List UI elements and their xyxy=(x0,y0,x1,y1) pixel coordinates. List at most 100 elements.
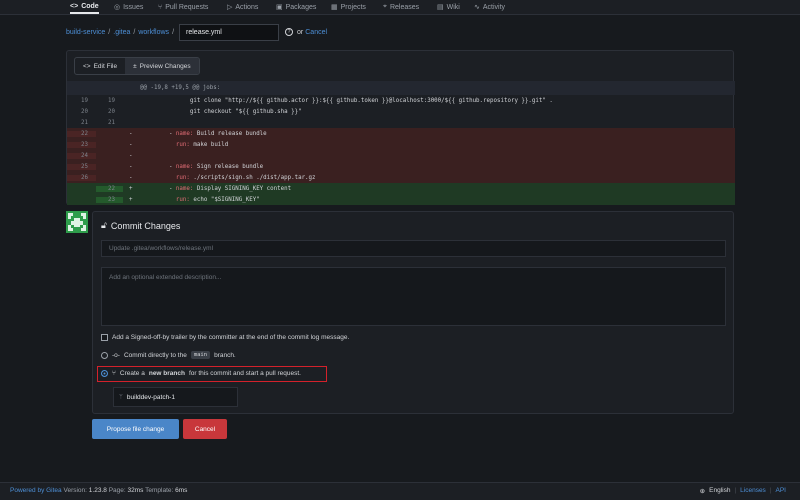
old-line-number: 19 xyxy=(81,97,88,104)
diff-line: 24 - xyxy=(67,150,735,161)
tab-edit-file[interactable]: <> Edit File xyxy=(75,58,125,74)
diff-line: 25 - - name: Sign release bundle xyxy=(67,161,735,172)
diff-line-text: run: ./scripts/sign.sh ./dist/app.tar.gz xyxy=(175,174,316,181)
breadcrumb-repo[interactable]: build-service xyxy=(66,29,105,36)
diff-sign: - xyxy=(129,152,133,159)
avatar xyxy=(66,211,88,233)
breadcrumb-separator: / xyxy=(133,28,136,36)
commit-icon: -o- xyxy=(112,351,120,359)
tab-activity[interactable]: ∿ Activity xyxy=(474,0,505,14)
new-line-number: 19 xyxy=(108,97,115,104)
highlight-box xyxy=(97,366,327,382)
pull-request-icon: ⑂ xyxy=(158,3,163,11)
new-line-number: 20 xyxy=(108,108,115,115)
tab-issues[interactable]: ◎ Issues xyxy=(114,0,143,14)
diff-line-text: git checkout "${{ github.sha }}" xyxy=(148,108,302,115)
commit-form: 🔓︎ Commit Changes Update .gitea/workflow… xyxy=(92,211,734,414)
diff-preview-panel: <> Edit File ± Preview Changes @@ -19,8 +1… xyxy=(66,50,735,205)
diff-line-text: - name: Sign release bundle xyxy=(148,163,264,170)
diff-line: 23 - run: make build xyxy=(67,139,735,150)
diff-icon: ± xyxy=(133,62,137,70)
diff-sign: - xyxy=(129,130,133,137)
tab-projects[interactable]: ▦ Projects xyxy=(331,0,366,14)
new-line-number: 22 xyxy=(96,185,123,192)
commit-description-textarea[interactable]: Add an optional extended description... xyxy=(101,267,726,326)
tab-code[interactable]: <> Code xyxy=(70,0,99,14)
new-line-number: 21 xyxy=(108,119,115,126)
code-icon: <> xyxy=(83,62,91,70)
tab-wiki[interactable]: ▤ Wiki xyxy=(437,0,460,14)
footer-info: Powered by Gitea Version: 1.23.8 Page: 3… xyxy=(10,487,188,494)
diff-line: 22 + - name: Display SIGNING_KEY content xyxy=(67,183,735,194)
commit-direct-option[interactable]: -o- Commit directly to the main branch. xyxy=(101,351,236,359)
propose-file-change-button[interactable]: Propose file change xyxy=(92,419,179,439)
filename-input[interactable]: release.yml xyxy=(179,23,280,41)
diff-sign: - xyxy=(129,174,133,181)
book-icon: ▤ xyxy=(437,4,444,11)
breadcrumb-dir-workflows[interactable]: workflows xyxy=(138,29,169,36)
old-line-number: 26 xyxy=(67,174,96,181)
old-line-number: 20 xyxy=(81,108,88,115)
package-icon: ▣ xyxy=(276,4,283,11)
tab-packages[interactable]: ▣ Packages xyxy=(276,0,316,14)
old-line-number: 25 xyxy=(67,163,96,170)
issue-icon: ◎ xyxy=(114,4,121,11)
diff-sign: - xyxy=(129,141,133,148)
tag-icon: ⌖ xyxy=(383,3,387,10)
branch-icon: ᛘ xyxy=(119,393,123,401)
globe-icon: ⊕ xyxy=(699,488,706,495)
api-link[interactable]: API xyxy=(776,487,786,495)
diff-line: 22 - - name: Build release bundle xyxy=(67,128,735,139)
diff-line-text: run: echo "$SIGNING_KEY" xyxy=(175,196,260,203)
diff-line: 20 20 git checkout "${{ github.sha }}" xyxy=(67,106,735,117)
tab-preview-changes[interactable]: ± Preview Changes xyxy=(125,58,199,74)
diff-line-text: git clone "http://${{ github.actor }}:${… xyxy=(148,97,553,104)
cancel-link[interactable]: Cancel xyxy=(305,29,327,36)
branch-name-chip: main xyxy=(190,351,211,359)
footer-links: ⊕ English | Licenses | API xyxy=(699,487,786,495)
diff-line: 23 + run: echo "$SIGNING_KEY" xyxy=(67,194,735,205)
or-text: or xyxy=(297,28,304,36)
diff-line-text: run: make build xyxy=(175,141,229,148)
powered-by-link[interactable]: Powered by Gitea xyxy=(10,487,62,494)
unlock-icon: 🔓︎ xyxy=(101,220,107,230)
breadcrumb: build-service / .gitea / workflows / rel… xyxy=(66,23,327,41)
old-line-number: 21 xyxy=(81,119,88,126)
pulse-icon: ∿ xyxy=(474,4,480,11)
code-icon: <> xyxy=(70,2,79,10)
help-icon[interactable]: ? xyxy=(285,28,294,36)
project-icon: ▦ xyxy=(331,4,338,11)
diff-sign: + xyxy=(129,196,133,203)
footer: Powered by Gitea Version: 1.23.8 Page: 3… xyxy=(0,482,800,500)
language-selector[interactable]: English xyxy=(709,487,730,495)
signoff-option[interactable]: Add a Signed-off-by trailer by the commi… xyxy=(101,334,349,341)
cancel-button[interactable]: Cancel xyxy=(183,419,227,439)
diff-line: 26 - run: ./scripts/sign.sh ./dist/app.ta… xyxy=(67,172,735,183)
diff-hunk-header: @@ -19,8 +19,5 @@ jobs: xyxy=(67,81,735,95)
signoff-checkbox[interactable] xyxy=(101,334,108,341)
new-line-number: 23 xyxy=(96,196,123,203)
diff-code: @@ -19,8 +19,5 @@ jobs: 19 19 git clone "… xyxy=(67,81,735,205)
old-line-number: 23 xyxy=(67,141,96,148)
diff-line: 21 21 xyxy=(67,117,735,128)
old-line-number: 24 xyxy=(67,152,96,159)
commit-summary-input[interactable]: Update .gitea/workflows/release.yml xyxy=(101,240,726,257)
commit-direct-radio[interactable] xyxy=(101,351,108,359)
tab-pull-requests[interactable]: ⑂ Pull Requests xyxy=(158,0,208,14)
diff-line-text: - name: Display SIGNING_KEY content xyxy=(148,185,292,192)
tab-releases[interactable]: ⌖ Releases xyxy=(383,0,419,14)
play-icon: ▷ xyxy=(227,4,233,11)
diff-line-text: - name: Build release bundle xyxy=(148,130,267,137)
licenses-link[interactable]: Licenses xyxy=(740,487,766,495)
breadcrumb-dir-gitea[interactable]: .gitea xyxy=(113,29,130,36)
commit-title: 🔓︎ Commit Changes xyxy=(101,220,181,231)
diff-sign: + xyxy=(129,185,133,192)
diff-sign: - xyxy=(129,163,133,170)
old-line-number: 22 xyxy=(67,130,96,137)
tab-actions[interactable]: ▷ Actions xyxy=(227,0,258,14)
breadcrumb-separator: / xyxy=(172,28,175,36)
breadcrumb-separator: / xyxy=(108,28,111,36)
diff-line: 19 19 git clone "http://${{ github.actor … xyxy=(67,95,735,106)
new-branch-name-input[interactable]: ᛘ builddev-patch-1 xyxy=(113,387,238,407)
repo-tab-bar: <> Code ◎ Issues ⑂ Pull Requests ▷ Actions ▣… xyxy=(0,0,800,15)
